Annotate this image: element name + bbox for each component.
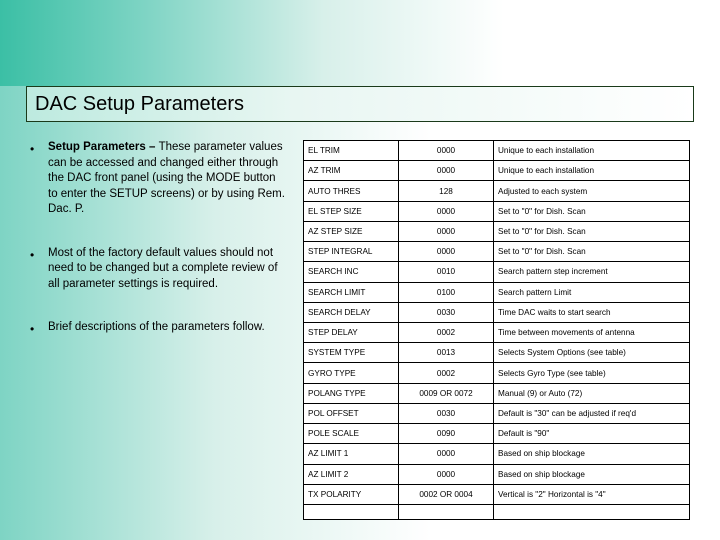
param-name: POL OFFSET xyxy=(304,403,399,423)
param-value: 0000 xyxy=(399,141,494,161)
param-desc: Adjusted to each system xyxy=(494,181,690,201)
table-row: TX POLARITY0002 OR 0004Vertical is "2" H… xyxy=(304,484,690,504)
table-row: SEARCH LIMIT0100Search pattern Limit xyxy=(304,282,690,302)
param-name: EL STEP SIZE xyxy=(304,201,399,221)
param-name: SYSTEM TYPE xyxy=(304,343,399,363)
header-band xyxy=(0,0,720,86)
param-name: SEARCH INC xyxy=(304,262,399,282)
table-row: SYSTEM TYPE0013Selects System Options (s… xyxy=(304,343,690,363)
param-desc: Set to "0" for Dish. Scan xyxy=(494,242,690,262)
table-row: POLE SCALE0090Default is "90" xyxy=(304,424,690,444)
param-name: AZ LIMIT 2 xyxy=(304,464,399,484)
param-value: 0000 xyxy=(399,444,494,464)
param-name: AZ STEP SIZE xyxy=(304,221,399,241)
param-name: AZ LIMIT 1 xyxy=(304,444,399,464)
list-item: • Brief descriptions of the parameters f… xyxy=(30,320,285,337)
bullet-text: Setup Parameters – These parameter value… xyxy=(48,140,285,218)
param-name: TX POLARITY xyxy=(304,484,399,504)
param-value: 0002 xyxy=(399,363,494,383)
param-desc: Unique to each installation xyxy=(494,141,690,161)
param-name: STEP INTEGRAL xyxy=(304,242,399,262)
param-value: 0009 OR 0072 xyxy=(399,383,494,403)
param-desc: Manual (9) or Auto (72) xyxy=(494,383,690,403)
empty-cell xyxy=(399,504,494,519)
table-row: GYRO TYPE0002Selects Gyro Type (see tabl… xyxy=(304,363,690,383)
param-value: 0090 xyxy=(399,424,494,444)
param-desc: Time between movements of antenna xyxy=(494,322,690,342)
bullet-text: Most of the factory default values shoul… xyxy=(48,246,285,293)
bullet-strong: Setup Parameters – xyxy=(48,141,159,153)
param-value: 0030 xyxy=(399,403,494,423)
table-row: EL STEP SIZE0000Set to "0" for Dish. Sca… xyxy=(304,201,690,221)
parameters-table: EL TRIM0000Unique to each installationAZ… xyxy=(303,140,690,520)
param-desc: Default is "90" xyxy=(494,424,690,444)
table-row: AZ LIMIT 20000Based on ship blockage xyxy=(304,464,690,484)
param-desc: Set to "0" for Dish. Scan xyxy=(494,201,690,221)
empty-cell xyxy=(494,504,690,519)
table-row: AZ STEP SIZE0000Set to "0" for Dish. Sca… xyxy=(304,221,690,241)
param-value: 0000 xyxy=(399,464,494,484)
param-desc: Search pattern Limit xyxy=(494,282,690,302)
bullet-icon: • xyxy=(30,246,48,293)
table-row: POL OFFSET0030Default is "30" can be adj… xyxy=(304,403,690,423)
param-value: 0030 xyxy=(399,302,494,322)
bullet-rest: Most of the factory default values shoul… xyxy=(48,247,278,290)
param-desc: Selects Gyro Type (see table) xyxy=(494,363,690,383)
param-value: 0002 OR 0004 xyxy=(399,484,494,504)
bullet-icon: • xyxy=(30,140,48,218)
param-value: 0010 xyxy=(399,262,494,282)
table-row: SEARCH DELAY0030Time DAC waits to start … xyxy=(304,302,690,322)
param-name: POLANG TYPE xyxy=(304,383,399,403)
table-row: STEP DELAY0002Time between movements of … xyxy=(304,322,690,342)
param-value: 0000 xyxy=(399,221,494,241)
list-item: • Most of the factory default values sho… xyxy=(30,246,285,293)
table-row: AZ TRIM0000Unique to each installation xyxy=(304,161,690,181)
table-row xyxy=(304,504,690,519)
param-name: GYRO TYPE xyxy=(304,363,399,383)
param-desc: Search pattern step increment xyxy=(494,262,690,282)
param-name: STEP DELAY xyxy=(304,322,399,342)
param-value: 0000 xyxy=(399,242,494,262)
bullet-text: Brief descriptions of the parameters fol… xyxy=(48,320,285,337)
page-title: DAC Setup Parameters xyxy=(35,93,244,116)
param-name: EL TRIM xyxy=(304,141,399,161)
title-bar: DAC Setup Parameters xyxy=(26,86,694,122)
param-desc: Set to "0" for Dish. Scan xyxy=(494,221,690,241)
content-area: • Setup Parameters – These parameter val… xyxy=(30,140,690,520)
param-value: 0013 xyxy=(399,343,494,363)
param-desc: Default is "30" can be adjusted if req'd xyxy=(494,403,690,423)
table-row: AUTO THRES128Adjusted to each system xyxy=(304,181,690,201)
table-row: STEP INTEGRAL0000Set to "0" for Dish. Sc… xyxy=(304,242,690,262)
param-value: 0000 xyxy=(399,161,494,181)
list-item: • Setup Parameters – These parameter val… xyxy=(30,140,285,218)
param-value: 0002 xyxy=(399,322,494,342)
empty-cell xyxy=(304,504,399,519)
param-desc: Time DAC waits to start search xyxy=(494,302,690,322)
param-name: SEARCH LIMIT xyxy=(304,282,399,302)
bullet-list: • Setup Parameters – These parameter val… xyxy=(30,140,285,520)
param-desc: Based on ship blockage xyxy=(494,464,690,484)
table-row: POLANG TYPE0009 OR 0072Manual (9) or Aut… xyxy=(304,383,690,403)
param-name: POLE SCALE xyxy=(304,424,399,444)
param-value: 128 xyxy=(399,181,494,201)
bullet-icon: • xyxy=(30,320,48,337)
table-row: SEARCH INC0010Search pattern step increm… xyxy=(304,262,690,282)
param-name: AUTO THRES xyxy=(304,181,399,201)
param-desc: Based on ship blockage xyxy=(494,444,690,464)
param-desc: Selects System Options (see table) xyxy=(494,343,690,363)
param-desc: Vertical is "2" Horizontal is "4" xyxy=(494,484,690,504)
param-desc: Unique to each installation xyxy=(494,161,690,181)
bullet-rest: Brief descriptions of the parameters fol… xyxy=(48,321,265,333)
param-value: 0100 xyxy=(399,282,494,302)
param-name: SEARCH DELAY xyxy=(304,302,399,322)
param-value: 0000 xyxy=(399,201,494,221)
table-row: EL TRIM0000Unique to each installation xyxy=(304,141,690,161)
table-row: AZ LIMIT 10000Based on ship blockage xyxy=(304,444,690,464)
param-name: AZ TRIM xyxy=(304,161,399,181)
